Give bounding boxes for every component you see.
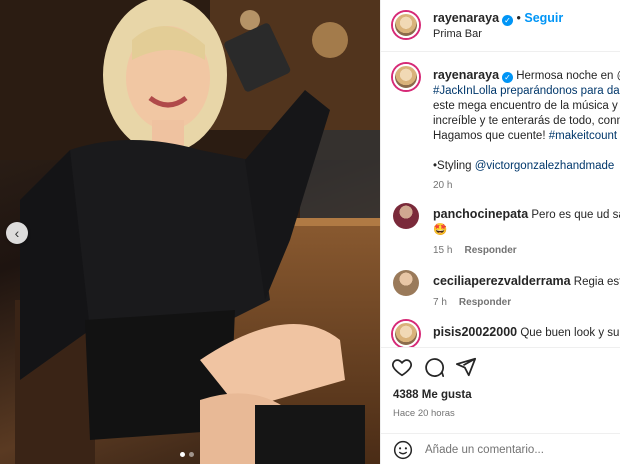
heart-icon[interactable] — [391, 356, 413, 378]
caption-line: Hermosa noche en @pr — [516, 70, 620, 82]
reply-button[interactable]: Responder — [459, 297, 511, 308]
comment-body: ceciliaperezvalderrama Regia estupen 7 h… — [433, 274, 620, 310]
caption-line: Hagamos que cuente! — [433, 130, 549, 142]
carousel-prev-button[interactable]: ‹ — [6, 222, 28, 244]
caption-line: increíble y te enterarás de todo, conm — [433, 115, 620, 127]
verified-icon: ✓ — [502, 15, 514, 26]
verified-icon: ✓ — [502, 72, 514, 83]
emoji-icon[interactable] — [393, 440, 413, 460]
comment-input[interactable] — [425, 440, 615, 460]
comment-body: pisis20022000 Que buen look y su nue — [433, 325, 620, 341]
avatar[interactable] — [393, 270, 419, 296]
comment-text: Regia estupen — [573, 276, 620, 288]
caption-text: rayenaraya✓ Hermosa noche en @pr #JackIn… — [433, 68, 620, 193]
add-comment-bar — [381, 433, 620, 464]
post-photo[interactable]: ‹ — [0, 0, 380, 464]
location-link[interactable]: Prima Bar — [433, 28, 482, 40]
mention-link[interactable]: @victorgonzalezhandmade — [475, 160, 615, 172]
header-user-line: rayenaraya ✓ • Seguir — [433, 11, 564, 26]
post-timestamp: Hace 20 horas — [393, 408, 455, 419]
avatar[interactable] — [393, 321, 419, 347]
post-photo-illustration — [0, 0, 380, 464]
styling-label: •Styling — [433, 160, 475, 172]
comment-time: 7 h — [433, 297, 447, 308]
caption-line[interactable]: #JackInLolla preparándonos para darlo — [433, 84, 620, 99]
comment-time: 15 h — [433, 245, 453, 256]
hashtag-link[interactable]: #makeitcount — [549, 130, 617, 142]
chevron-left-icon: ‹ — [14, 225, 20, 241]
share-icon[interactable] — [455, 356, 477, 378]
carousel-indicator — [180, 452, 194, 457]
post-actions: 4388 Me gusta Hace 20 horas — [381, 347, 620, 464]
comment-username[interactable]: pisis20022000 — [433, 325, 517, 339]
post-side-panel: rayenaraya ✓ • Seguir Prima Bar rayenaray… — [380, 0, 620, 464]
carousel-dot — [189, 452, 194, 457]
avatar[interactable] — [393, 203, 419, 229]
caption-time: 20 h — [433, 180, 453, 191]
comment-text-continued: 🤩 — [433, 224, 448, 236]
comment-text: Que buen look y su nue — [520, 327, 620, 339]
avatar[interactable] — [393, 64, 419, 90]
comment-username[interactable]: panchocinepata — [433, 207, 528, 221]
comment-icon[interactable] — [423, 356, 445, 378]
caption-line: este mega encuentro de la música y lo — [433, 100, 620, 112]
caption-username[interactable]: rayenaraya — [433, 68, 499, 82]
like-count[interactable]: 4388 Me gusta — [393, 389, 472, 401]
username-link[interactable]: rayenaraya — [433, 11, 499, 25]
follow-button[interactable]: Seguir — [524, 11, 563, 25]
reply-button[interactable]: Responder — [464, 245, 516, 256]
comment-username[interactable]: ceciliaperezvalderrama — [433, 274, 571, 288]
post-header: rayenaraya ✓ • Seguir Prima Bar — [381, 0, 620, 52]
comment-body: panchocinepata Pero es que ud sale c 🤩 1… — [433, 207, 620, 258]
avatar[interactable] — [393, 12, 419, 38]
comment-text: Pero es que ud sale c — [531, 209, 620, 221]
action-icons — [391, 356, 477, 378]
carousel-dot — [180, 452, 185, 457]
